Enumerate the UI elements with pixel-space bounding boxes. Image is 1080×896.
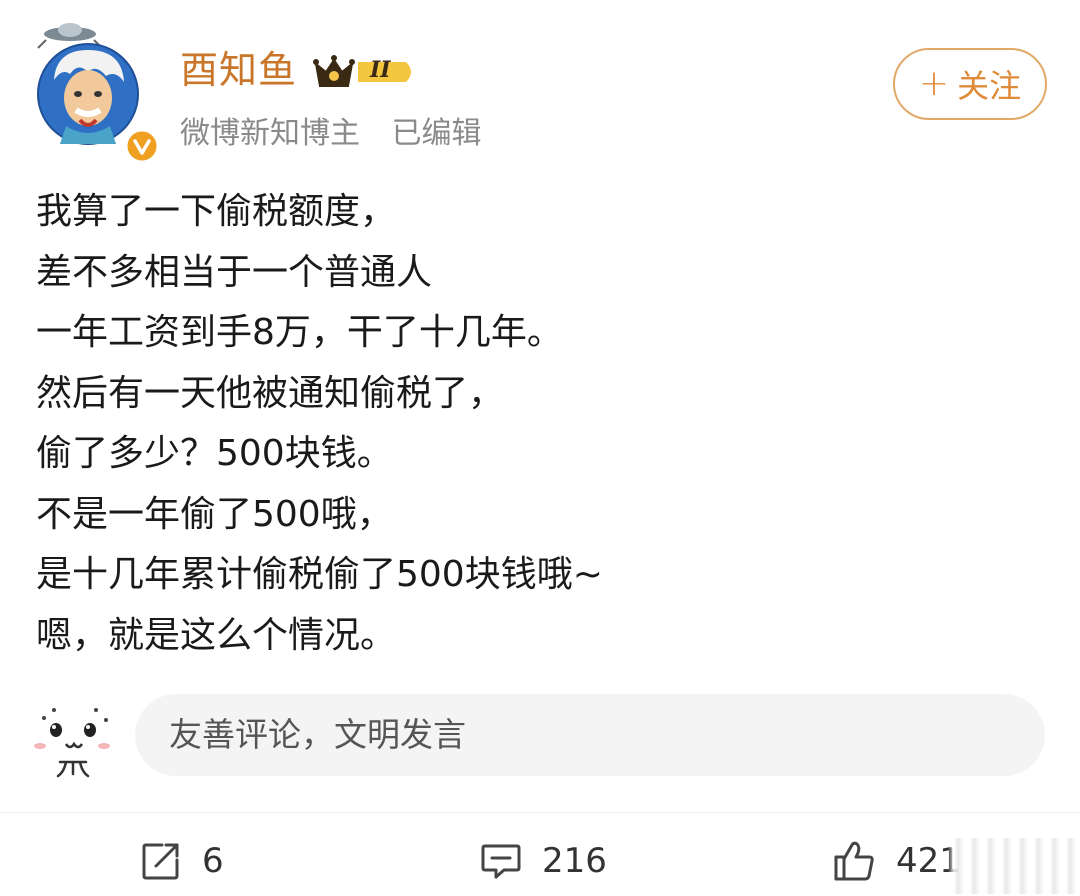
comment-input[interactable]: 友善评论，文明发言: [135, 694, 1045, 776]
user-name[interactable]: 酉知鱼: [180, 46, 297, 94]
avatar[interactable]: [26, 20, 160, 164]
post-line: 一年工资到手8万，干了十几年。: [36, 312, 563, 353]
edited-label[interactable]: 已编辑: [392, 116, 482, 151]
emoji-face-icon[interactable]: [30, 700, 114, 784]
repost-icon: [142, 843, 179, 880]
comment-icon: [481, 844, 521, 879]
weibo-post-card: 酉知鱼 II 微博新知博主 已编辑 + 关注 我算了一下偷税额度， 差不多相当于…: [0, 0, 1080, 896]
verified-v-icon: [124, 128, 160, 164]
like-icon: [834, 841, 874, 881]
follow-button-label: 关注: [957, 67, 1022, 105]
post-line: 差不多相当于一个普通人: [36, 251, 433, 293]
comment-button[interactable]: 216: [480, 836, 607, 886]
comment-count: 216: [542, 841, 607, 881]
verified-title: 微博新知博主: [180, 116, 360, 151]
level-badge[interactable]: II: [312, 52, 418, 92]
repost-count: 6: [202, 841, 224, 881]
divider: [0, 812, 1080, 813]
post-body: 我算了一下偷税额度， 差不多相当于一个普通人 一年工资到手8万，干了十几年。 然…: [36, 182, 1036, 666]
post-line: 偷了多少？500块钱。: [36, 433, 393, 474]
post-line: 然后有一天他被通知偷税了，: [36, 372, 505, 414]
post-line: 嗯，就是这么个情况。: [36, 614, 397, 656]
user-meta: 微博新知博主 已编辑: [180, 114, 482, 154]
watermark-overlay: [948, 838, 1080, 894]
level-badge-text: II: [370, 57, 391, 83]
plus-icon: +: [918, 63, 950, 104]
post-line: 不是一年偷了500哦，: [36, 493, 393, 535]
repost-button[interactable]: 6: [140, 836, 224, 886]
post-line: 是十几年累计偷税偷了500块钱哦~: [36, 554, 603, 595]
follow-button[interactable]: + 关注: [893, 48, 1047, 120]
post-line: 我算了一下偷税额度，: [36, 191, 397, 232]
avatar-image: [37, 23, 139, 145]
crown-icon: [313, 55, 411, 87]
